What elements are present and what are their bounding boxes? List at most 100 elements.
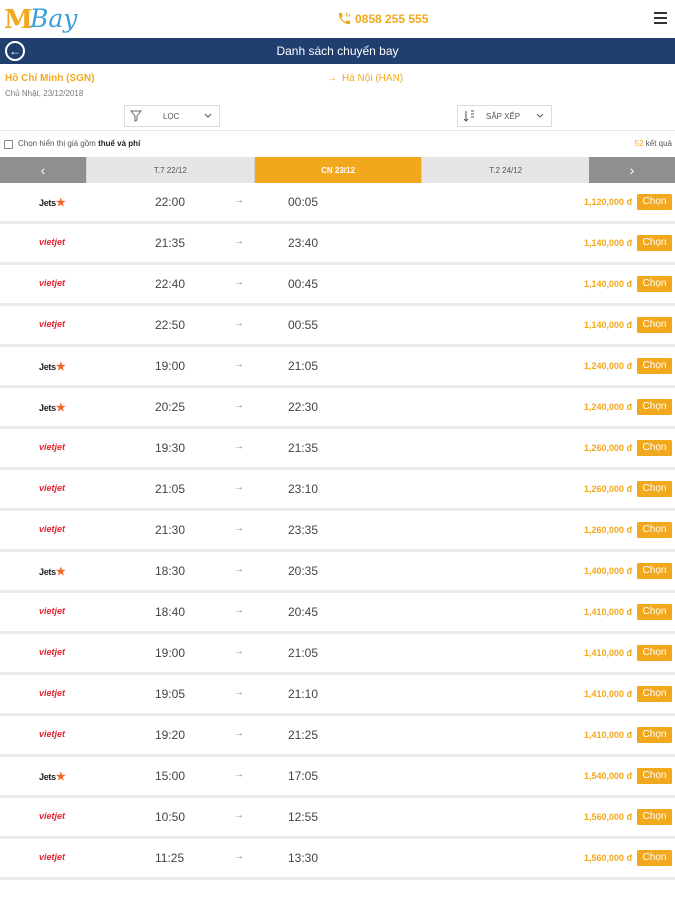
choose-flight-button[interactable]: Chọn — [637, 481, 672, 497]
flight-row[interactable]: vietjet 21:35 → 23:40 1,140,000 đ Chọn — [0, 224, 675, 265]
choose-flight-button[interactable]: Chọn — [637, 563, 672, 579]
flight-row[interactable]: Jets★ 19:00 → 21:05 1,240,000 đ Chọn — [0, 347, 675, 388]
flight-list: Jets★ 22:00 → 00:05 1,120,000 đ Chọn vietjet 21… — [0, 183, 675, 880]
flight-price: 1,410,000 đ — [583, 730, 632, 740]
vietjet-mark: vietjet — [39, 688, 66, 698]
choose-flight-button[interactable]: Chọn — [637, 440, 672, 456]
result-count: 52 kết quả — [635, 139, 672, 148]
vietjet-mark: vietjet — [39, 729, 66, 739]
time-separator: → — [234, 728, 244, 739]
airline-logo: vietjet — [39, 647, 65, 657]
hotline[interactable]: 0858 255 555 — [337, 11, 428, 26]
departure-time: 19:00 — [155, 359, 186, 373]
flight-row[interactable]: vietjet 11:25 → 13:30 1,560,000 đ Chọn — [0, 839, 675, 880]
choose-flight-button[interactable]: Chọn — [637, 317, 672, 333]
choose-flight-button[interactable]: Chọn — [637, 604, 672, 620]
flight-row[interactable]: vietjet 19:05 → 21:10 1,410,000 đ Chọn — [0, 675, 675, 716]
flight-price: 1,410,000 đ — [583, 607, 632, 617]
date-tab-active[interactable]: CN 23/12 — [253, 157, 422, 183]
include-fees-checkbox[interactable] — [4, 140, 13, 149]
flight-row[interactable]: vietjet 21:30 → 23:35 1,260,000 đ Chọn — [0, 511, 675, 552]
departure-time: 19:05 — [155, 687, 186, 701]
flight-price: 1,540,000 đ — [583, 771, 632, 781]
flight-row[interactable]: vietjet 22:40 → 00:45 1,140,000 đ Chọn — [0, 265, 675, 306]
arrival-time: 22:30 — [288, 400, 319, 414]
choose-flight-button[interactable]: Chọn — [637, 727, 672, 743]
arrival-time: 12:55 — [288, 810, 319, 824]
arrival-time: 00:05 — [288, 195, 319, 209]
choose-flight-button[interactable]: Chọn — [637, 809, 672, 825]
choose-flight-button[interactable]: Chọn — [637, 768, 672, 784]
arrival-time: 00:45 — [288, 277, 319, 291]
flight-row[interactable]: Jets★ 15:00 → 17:05 1,540,000 đ Chọn — [0, 757, 675, 798]
arrival-time: 23:10 — [288, 482, 319, 496]
time-separator: → — [234, 646, 244, 657]
filter-dropdown[interactable]: LỌC — [124, 105, 220, 127]
time-separator: → — [234, 400, 244, 411]
choose-flight-button[interactable]: Chọn — [637, 358, 672, 374]
flight-row[interactable]: vietjet 21:05 → 23:10 1,260,000 đ Chọn — [0, 470, 675, 511]
chevron-down-icon — [204, 113, 212, 118]
arrival-time: 21:10 — [288, 687, 319, 701]
logo-m: M — [4, 5, 33, 35]
departure-time: 18:30 — [155, 564, 186, 578]
date-tab[interactable]: T.7 22/12 — [86, 157, 254, 183]
next-date-button[interactable]: › — [589, 157, 675, 183]
choose-flight-button[interactable]: Chọn — [637, 194, 672, 210]
choose-flight-button[interactable]: Chọn — [637, 399, 672, 415]
vietjet-mark: vietjet — [39, 319, 66, 329]
flight-row[interactable]: Jets★ 20:25 → 22:30 1,240,000 đ Chọn — [0, 388, 675, 429]
mbay-logo[interactable]: M Bay — [4, 2, 88, 36]
arrival-time: 20:35 — [288, 564, 319, 578]
sort-icon — [463, 110, 474, 122]
arrival-time: 23:35 — [288, 523, 319, 537]
arrival-time: 21:25 — [288, 728, 319, 742]
time-separator: → — [234, 441, 244, 452]
flight-row[interactable]: vietjet 19:00 → 21:05 1,410,000 đ Chọn — [0, 634, 675, 675]
airline-logo: vietjet — [39, 278, 65, 288]
time-separator: → — [234, 482, 244, 493]
arrival-time: 20:45 — [288, 605, 319, 619]
time-separator: → — [234, 769, 244, 780]
hamburger-menu-icon[interactable] — [654, 12, 667, 24]
airline-logo: vietjet — [39, 811, 65, 821]
arrival-time: 21:05 — [288, 646, 319, 660]
time-separator: → — [234, 687, 244, 698]
flight-row[interactable]: Jets★ 22:00 → 00:05 1,120,000 đ Chọn — [0, 183, 675, 224]
choose-flight-button[interactable]: Chọn — [637, 522, 672, 538]
flight-row[interactable]: vietjet 19:20 → 21:25 1,410,000 đ Chọn — [0, 716, 675, 757]
flight-row[interactable]: vietjet 22:50 → 00:55 1,140,000 đ Chọn — [0, 306, 675, 347]
prev-date-button[interactable]: ‹ — [0, 157, 86, 183]
choose-flight-button[interactable]: Chọn — [637, 850, 672, 866]
jetstar-star-icon: ★ — [55, 566, 66, 578]
flight-price: 1,240,000 đ — [583, 402, 632, 412]
flight-row[interactable]: Jets★ 18:30 → 20:35 1,400,000 đ Chọn — [0, 552, 675, 593]
filter-funnel-icon — [130, 110, 142, 122]
filter-sort-controls: LỌC SẮP XẾP — [0, 98, 675, 130]
date-selector: ‹ T.7 22/12 CN 23/12 T.2 24/12 › — [0, 157, 675, 183]
date-tab[interactable]: T.2 24/12 — [421, 157, 590, 183]
flight-row[interactable]: vietjet 19:30 → 21:35 1,260,000 đ Chọn — [0, 429, 675, 470]
destination-city: Hà Nội (HAN) — [342, 73, 404, 84]
choose-flight-button[interactable]: Chọn — [637, 276, 672, 292]
sort-dropdown[interactable]: SẮP XẾP — [457, 105, 552, 127]
time-separator: → — [234, 277, 244, 288]
flight-row[interactable]: vietjet 10:50 → 12:55 1,560,000 đ Chọn — [0, 798, 675, 839]
travel-date: Chủ Nhật, 23/12/2018 — [5, 89, 84, 98]
choose-flight-button[interactable]: Chọn — [637, 235, 672, 251]
route-arrow-icon: → — [327, 73, 337, 84]
destination: → Hà Nội (HAN) — [327, 73, 403, 84]
flight-row[interactable]: vietjet 18:40 → 20:45 1,410,000 đ Chọn — [0, 593, 675, 634]
result-count-suffix: kết quả — [643, 139, 672, 148]
airline-logo: Jets★ — [39, 361, 66, 373]
flight-price: 1,240,000 đ — [583, 361, 632, 371]
vietjet-mark: vietjet — [39, 852, 66, 862]
vietjet-mark: vietjet — [39, 278, 66, 288]
time-separator: → — [234, 318, 244, 329]
departure-time: 19:00 — [155, 646, 186, 660]
vietjet-mark: vietjet — [39, 237, 66, 247]
choose-flight-button[interactable]: Chọn — [637, 686, 672, 702]
departure-time: 18:40 — [155, 605, 186, 619]
choose-flight-button[interactable]: Chọn — [637, 645, 672, 661]
flight-price: 1,260,000 đ — [583, 525, 632, 535]
